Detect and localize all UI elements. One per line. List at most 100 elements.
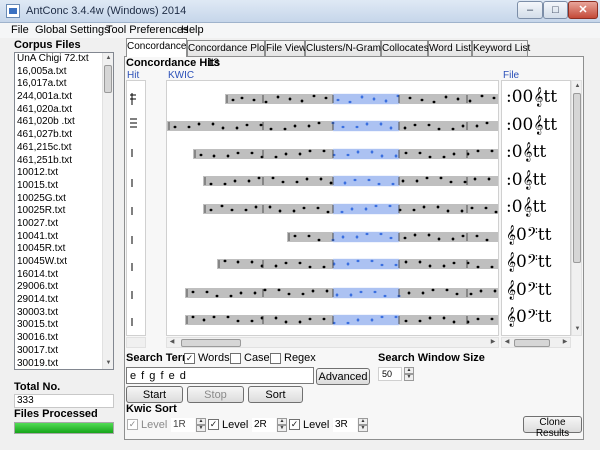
file-column-entry[interactable]: :0𝄞tt — [506, 170, 546, 190]
scroll-down-icon[interactable]: ▼ — [572, 324, 583, 335]
scroll-left-icon[interactable]: ◀ — [167, 338, 177, 347]
corpus-file-item[interactable]: 10025G.txt — [15, 193, 103, 206]
corpus-file-item[interactable]: 30003.txt — [15, 307, 103, 320]
level-2-spin-up-icon[interactable]: ▲ — [277, 418, 287, 425]
file-column[interactable]: :00𝄞tt :00𝄞tt :0𝄞tt :0𝄞tt :0𝄞tt 𝄞0𝄢tt 𝄞0𝄢tt 𝄞0𝄢… — [501, 80, 571, 336]
tab-concordance-plot[interactable]: Concordance Plot — [187, 40, 268, 57]
level-2-spin-down-icon[interactable]: ▼ — [277, 425, 287, 432]
corpus-file-item[interactable]: 10015.txt — [15, 180, 103, 193]
file-column-entry[interactable]: 𝄞0𝄢tt — [506, 307, 551, 327]
kwic-staff-row — [217, 258, 498, 270]
scroll-thumb[interactable] — [104, 65, 112, 93]
kwic-hscroll-thumb[interactable] — [181, 339, 241, 347]
corpus-file-item[interactable]: 10027.txt — [15, 218, 103, 231]
corpus-files-title: Corpus Files — [14, 39, 81, 51]
search-term-label: Search Term — [126, 352, 192, 364]
level-3-spin-down-icon[interactable]: ▼ — [358, 425, 368, 432]
corpus-file-item[interactable]: 16,017a.txt — [15, 78, 103, 91]
spin-down-icon[interactable]: ▼ — [404, 374, 414, 381]
file-column-entry[interactable]: :0𝄞tt — [506, 197, 546, 217]
scroll-left-icon[interactable]: ◀ — [502, 338, 512, 347]
case-checkbox[interactable] — [230, 353, 241, 364]
file-scroll-thumb[interactable] — [573, 93, 581, 263]
app-icon — [6, 4, 20, 18]
scroll-right-icon[interactable]: ▶ — [560, 338, 570, 347]
corpus-file-item[interactable]: UnA Chigi 72.txt — [15, 53, 103, 66]
spin-up-icon[interactable]: ▲ — [404, 367, 414, 374]
case-label: Case — [244, 352, 270, 364]
scroll-up-icon[interactable]: ▲ — [572, 81, 583, 92]
corpus-file-item[interactable]: 10025R.txt — [15, 205, 103, 218]
corpus-file-item[interactable]: 16,005a.txt — [15, 66, 103, 79]
level-3-value[interactable]: 3R — [333, 418, 357, 432]
level-1-spin-down-icon[interactable]: ▼ — [196, 425, 206, 432]
clone-results-button[interactable]: Clone Results — [523, 416, 582, 439]
file-column-entry[interactable]: :00𝄞tt — [506, 115, 557, 135]
corpus-file-item[interactable]: 244,001a.txt — [15, 91, 103, 104]
sort-button[interactable]: Sort — [248, 386, 303, 403]
hit-hscrollbar[interactable] — [126, 337, 146, 348]
corpus-file-item[interactable]: 29014.txt — [15, 294, 103, 307]
corpus-file-item[interactable]: 10041.txt — [15, 231, 103, 244]
scroll-up-icon[interactable]: ▲ — [103, 53, 113, 64]
file-column-entry[interactable]: 𝄞0𝄢tt — [506, 225, 551, 245]
file-hscroll-thumb[interactable] — [514, 339, 550, 347]
file-column-entry[interactable]: 𝄞0𝄢tt — [506, 280, 551, 300]
corpus-file-list[interactable]: UnA Chigi 72.txt 16,005a.txt 16,017a.txt 24… — [14, 52, 114, 370]
search-term-input[interactable] — [126, 367, 314, 384]
level-1-checkbox[interactable]: ✓ — [127, 419, 138, 430]
minimize-button[interactable]: – — [517, 1, 543, 19]
level-3-spin-up-icon[interactable]: ▲ — [358, 418, 368, 425]
corpus-file-item[interactable]: 461,251b.txt — [15, 155, 103, 168]
tab-word-list[interactable]: Word List — [428, 40, 472, 57]
hit-column[interactable] — [126, 80, 146, 336]
corpus-file-item[interactable]: 10045W.txt — [15, 256, 103, 269]
corpus-file-item[interactable]: 16014.txt — [15, 269, 103, 282]
corpus-file-item[interactable]: 30019.txt — [15, 358, 103, 370]
stop-button[interactable]: Stop — [187, 386, 244, 403]
tab-file-view[interactable]: File View — [265, 40, 306, 57]
scroll-down-icon[interactable]: ▼ — [103, 358, 113, 369]
corpus-file-item[interactable]: 30017.txt — [15, 345, 103, 358]
corpus-file-item[interactable]: 29006.txt — [15, 281, 103, 294]
regex-checkbox[interactable] — [270, 353, 281, 364]
scroll-right-icon[interactable]: ▶ — [488, 338, 498, 347]
corpus-file-item[interactable]: 30016.txt — [15, 332, 103, 345]
file-column-scrollbar[interactable]: ▲ ▼ — [571, 80, 582, 336]
corpus-file-item[interactable]: 461,020b .txt — [15, 116, 103, 129]
corpus-file-item[interactable]: 10012.txt — [15, 167, 103, 180]
concordance-hits-count: 13 — [207, 57, 220, 69]
level-2-value[interactable]: 2R — [252, 418, 276, 432]
menu-global-settings[interactable]: Global Settings — [35, 24, 110, 36]
corpus-file-item[interactable]: 461,020a.txt — [15, 104, 103, 117]
kwic-results[interactable] — [166, 80, 499, 336]
menu-tool-preferences[interactable]: Tool Preferences — [106, 24, 189, 36]
level-3-checkbox[interactable]: ✓ — [289, 419, 300, 430]
file-column-entry[interactable]: :00𝄞tt — [506, 87, 557, 107]
tab-keyword-list[interactable]: Keyword List — [472, 40, 530, 57]
close-button[interactable]: ✕ — [568, 1, 598, 19]
tab-clusters-ngrams[interactable]: Clusters/N-Grams — [305, 40, 386, 57]
corpus-file-item[interactable]: 461,027b.txt — [15, 129, 103, 142]
maximize-button[interactable]: □ — [543, 1, 568, 19]
menu-file[interactable]: File — [11, 24, 29, 36]
file-list-scrollbar[interactable]: ▲ ▼ — [102, 53, 113, 369]
level-1-value[interactable]: 1R — [171, 418, 195, 432]
file-column-entry[interactable]: 𝄞0𝄢tt — [506, 252, 551, 272]
tab-concordance[interactable]: Concordance — [126, 38, 187, 57]
corpus-file-item[interactable]: 10045R.txt — [15, 243, 103, 256]
start-button[interactable]: Start — [126, 386, 183, 403]
advanced-button[interactable]: Advanced — [316, 368, 370, 385]
tab-collocates[interactable]: Collocates — [381, 40, 429, 57]
words-checkbox[interactable]: ✓ — [184, 353, 195, 364]
level-2-checkbox[interactable]: ✓ — [208, 419, 219, 430]
file-hscrollbar[interactable]: ◀ ▶ — [501, 337, 571, 348]
level-1-spin-up-icon[interactable]: ▲ — [196, 418, 206, 425]
corpus-file-item[interactable]: 30015.txt — [15, 319, 103, 332]
file-column-entry[interactable]: :0𝄞tt — [506, 142, 546, 162]
search-window-size-value[interactable]: 50 — [378, 367, 402, 381]
kwic-hscrollbar[interactable]: ◀ ▶ — [166, 337, 499, 348]
menu-help[interactable]: Help — [181, 24, 204, 36]
corpus-file-item[interactable]: 461,215c.txt — [15, 142, 103, 155]
progress-fill — [15, 423, 113, 433]
